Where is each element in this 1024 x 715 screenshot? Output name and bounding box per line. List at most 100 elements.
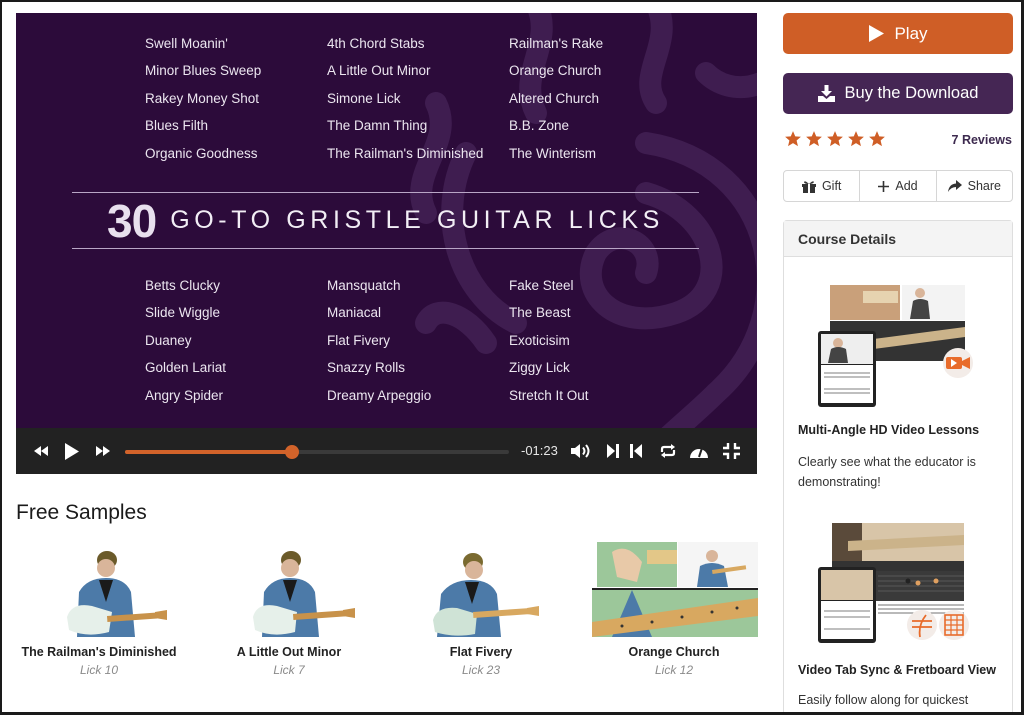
- lick-item: Ziggy Lick: [509, 360, 570, 376]
- lick-item: Angry Spider: [145, 387, 224, 403]
- buy-download-label: Buy the Download: [844, 84, 979, 102]
- course-details-panel: Course Details Multi-Angle HD Video Less…: [783, 220, 1013, 715]
- sample-card[interactable]: Orange Church Lick 12: [589, 542, 759, 677]
- add-label: Add: [895, 179, 918, 193]
- gift-button[interactable]: Gift: [784, 171, 861, 201]
- lick-item: Dreamy Arpeggio: [327, 387, 432, 403]
- add-button[interactable]: Add: [860, 171, 937, 201]
- fast-forward-icon: [96, 446, 110, 456]
- free-samples-heading: Free Samples: [16, 501, 147, 524]
- feature-description: Clearly see what the educator is demonst…: [798, 455, 976, 489]
- progress-slider[interactable]: [125, 445, 509, 459]
- progress-fill: [125, 450, 293, 454]
- lick-item: A Little Out Minor: [327, 63, 431, 79]
- next-icon: [607, 444, 619, 458]
- play-button-label: Play: [894, 23, 928, 43]
- lick-item: B.B. Zone: [509, 118, 570, 134]
- speed-button[interactable]: [688, 428, 710, 474]
- sample-title: The Railman's Diminished: [21, 645, 177, 659]
- feature-description: Easily follow along for quickest: [798, 693, 969, 707]
- sample-lick-number: Lick 12: [654, 663, 694, 677]
- lick-item: The Damn Thing: [327, 118, 428, 134]
- loop-icon: [660, 444, 676, 458]
- rewind-button[interactable]: [30, 428, 52, 474]
- lick-item: Golden Lariat: [145, 360, 227, 376]
- star-icon: [827, 131, 843, 147]
- feature-title: Video Tab Sync & Fretboard View: [798, 663, 996, 677]
- star-icon: [848, 131, 864, 147]
- lick-item: Duaney: [145, 332, 192, 348]
- gift-icon: [801, 180, 816, 193]
- lick-item: Altered Church: [509, 90, 600, 106]
- play-icon: [869, 25, 885, 42]
- exit-fullscreen-icon: [722, 443, 740, 459]
- lick-item: Minor Blues Sweep: [145, 63, 262, 79]
- speed-icon: [690, 447, 708, 458]
- sample-thumbnail[interactable]: [17, 542, 181, 637]
- lick-item: Blues Filth: [145, 118, 209, 134]
- volume-icon: [571, 444, 590, 458]
- lick-item: Maniacal: [327, 305, 382, 321]
- download-icon: [817, 85, 835, 102]
- share-button[interactable]: Share: [937, 171, 1012, 201]
- next-button[interactable]: [604, 428, 622, 474]
- course-title-band: 30 GO-TO GRISTLE GUITAR LICKS: [72, 192, 699, 249]
- gift-label: Gift: [821, 179, 842, 193]
- rewind-icon: [34, 446, 48, 456]
- player-controls: -01:23: [16, 428, 757, 474]
- volume-button[interactable]: [569, 428, 595, 474]
- lick-item: 4th Chord Stabs: [327, 36, 425, 51]
- course-details-heading: Course Details: [784, 221, 1012, 257]
- lick-item: Slide Wiggle: [145, 305, 221, 321]
- guitarist-image: [67, 551, 167, 637]
- lick-item: Snazzy Rolls: [327, 360, 406, 376]
- star-icon: [806, 131, 822, 147]
- sample-thumbnail[interactable]: [207, 542, 371, 637]
- lick-item: Fake Steel: [509, 278, 574, 293]
- lick-item: The Railman's Diminished: [327, 145, 484, 161]
- action-button-group: Gift Add Share: [783, 170, 1013, 202]
- sample-card[interactable]: The Railman's Diminished Lick 10: [14, 542, 184, 677]
- sample-title: A Little Out Minor: [236, 645, 342, 659]
- lick-list-top: Swell Moanin' 4th Chord Stabs Railman's …: [145, 35, 705, 172]
- loop-button[interactable]: [657, 428, 679, 474]
- reviews-link[interactable]: 7 Reviews: [930, 133, 1012, 147]
- lick-item: Orange Church: [509, 63, 602, 79]
- sample-thumbnail[interactable]: [399, 542, 563, 637]
- star-icon: [785, 131, 801, 147]
- previous-button[interactable]: [627, 428, 645, 474]
- play-pause-button[interactable]: [60, 428, 82, 474]
- share-icon: [947, 180, 962, 192]
- lick-item: Betts Clucky: [145, 278, 221, 293]
- lick-item: Simone Lick: [327, 90, 401, 106]
- plus-icon: [878, 180, 890, 192]
- lick-item: Stretch It Out: [509, 387, 589, 403]
- sample-title: Flat Fivery: [449, 645, 513, 659]
- lick-item: Swell Moanin': [145, 36, 228, 51]
- sample-card[interactable]: A Little Out Minor Lick 7: [204, 542, 374, 677]
- sample-card[interactable]: Flat Fivery Lick 23: [396, 542, 566, 677]
- buy-download-button[interactable]: Buy the Download: [783, 73, 1013, 114]
- lick-item: Exoticisim: [509, 332, 570, 348]
- lick-item: The Beast: [509, 305, 571, 321]
- lick-item: Railman's Rake: [509, 36, 604, 51]
- sample-title: Orange Church: [628, 645, 720, 659]
- exit-fullscreen-button[interactable]: [720, 428, 742, 474]
- video-player-screen[interactable]: Swell Moanin' 4th Chord Stabs Railman's …: [16, 13, 757, 428]
- multi-angle-video-illustration: [818, 285, 973, 407]
- course-title-number: 30: [107, 194, 157, 247]
- fast-forward-button[interactable]: [92, 428, 114, 474]
- sample-lick-number: Lick 10: [79, 663, 119, 677]
- sample-lick-number: Lick 23: [461, 663, 501, 677]
- lick-item: Mansquatch: [327, 278, 401, 293]
- lick-item: Organic Goodness: [145, 145, 258, 161]
- multi-angle-image: [592, 542, 758, 637]
- lick-item: Flat Fivery: [327, 332, 391, 348]
- feature-title: Multi-Angle HD Video Lessons: [798, 423, 980, 437]
- share-label: Share: [967, 179, 1001, 193]
- progress-handle[interactable]: [285, 445, 300, 459]
- play-button[interactable]: Play: [783, 13, 1013, 54]
- tab-sync-illustration: [818, 523, 969, 643]
- guitarist-image: [253, 551, 355, 637]
- sample-thumbnail[interactable]: [592, 542, 758, 637]
